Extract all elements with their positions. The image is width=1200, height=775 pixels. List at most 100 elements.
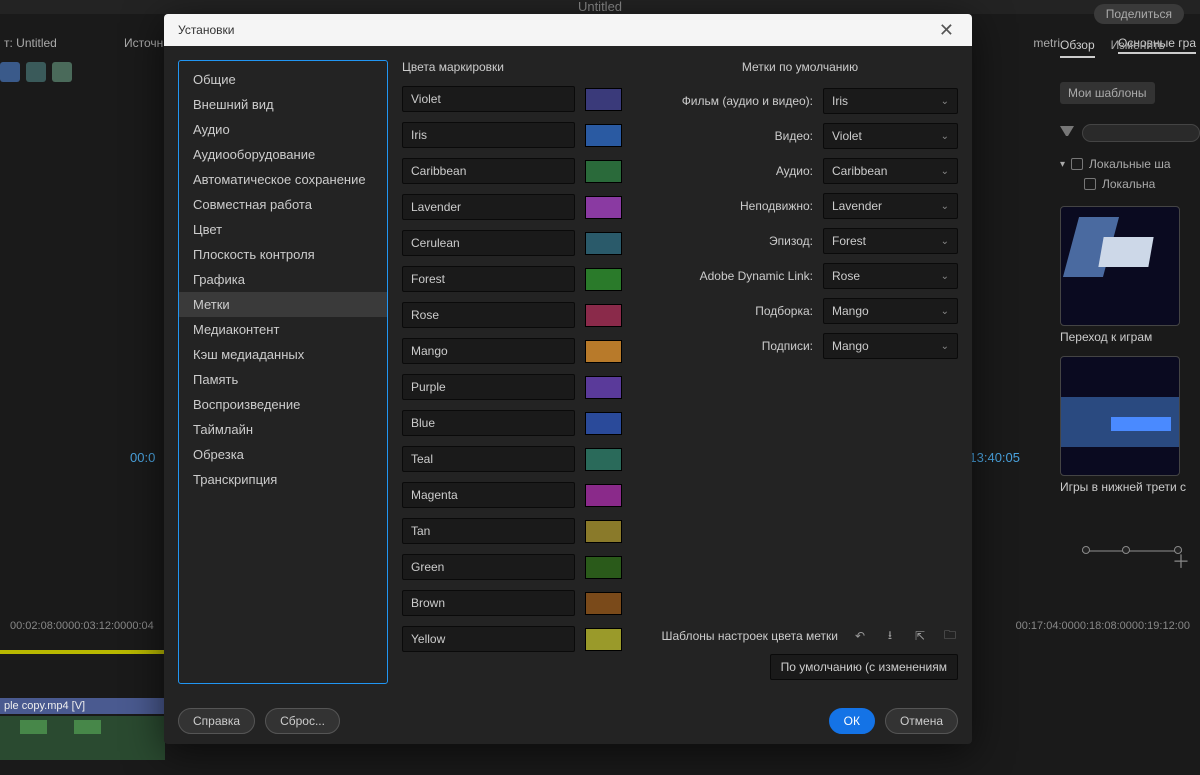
color-swatch[interactable] <box>585 160 622 183</box>
color-swatch[interactable] <box>585 268 622 291</box>
default-select[interactable]: Forest⌄ <box>823 228 958 254</box>
color-row <box>402 446 622 472</box>
category-item[interactable]: Аудио <box>179 117 387 142</box>
category-item[interactable]: Аудиооборудование <box>179 142 387 167</box>
category-item[interactable]: Память <box>179 367 387 392</box>
color-name-input[interactable] <box>402 626 575 652</box>
template-thumbnail[interactable] <box>1060 206 1180 326</box>
search-input[interactable] <box>1082 124 1200 142</box>
reset-button[interactable]: Сброс... <box>265 708 340 734</box>
category-item[interactable]: Общие <box>179 67 387 92</box>
project-tab[interactable]: т: Untitled <box>4 36 57 50</box>
category-item[interactable]: Метки <box>179 292 387 317</box>
color-swatch[interactable] <box>585 628 622 651</box>
color-swatch[interactable] <box>585 592 622 615</box>
color-name-input[interactable] <box>402 554 575 580</box>
select-value: Caribbean <box>832 164 887 178</box>
ruler-tick: 00:03:12:00 <box>68 620 126 640</box>
timeline-track-marker <box>0 650 165 654</box>
add-button[interactable]: ＋ <box>1172 548 1190 574</box>
checkbox[interactable] <box>1084 178 1096 190</box>
category-item[interactable]: Кэш медиаданных <box>179 342 387 367</box>
tab-overview[interactable]: Обзор <box>1060 38 1095 58</box>
source-tab[interactable]: Источн <box>124 36 163 50</box>
color-swatch[interactable] <box>585 232 622 255</box>
default-select[interactable]: Violet⌄ <box>823 123 958 149</box>
audio-clip[interactable] <box>0 716 165 760</box>
template-thumbnail[interactable] <box>1060 356 1180 476</box>
download-icon[interactable]: ⭳ <box>882 628 898 644</box>
default-select[interactable]: Rose⌄ <box>823 263 958 289</box>
video-clip[interactable]: ple copy.mp4 [V] <box>0 698 165 714</box>
color-name-input[interactable] <box>402 230 575 256</box>
doc-title: Untitled <box>0 0 1200 14</box>
color-row <box>402 482 622 508</box>
color-name-input[interactable] <box>402 446 575 472</box>
color-name-input[interactable] <box>402 158 575 184</box>
color-row <box>402 266 622 292</box>
category-item[interactable]: Воспроизведение <box>179 392 387 417</box>
category-item[interactable]: Медиаконтент <box>179 317 387 342</box>
color-swatch[interactable] <box>585 412 622 435</box>
category-item[interactable]: Транскрипция <box>179 467 387 492</box>
color-name-input[interactable] <box>402 590 575 616</box>
color-name-input[interactable] <box>402 338 575 364</box>
checkbox[interactable] <box>1071 158 1083 170</box>
undo-icon[interactable]: ↶ <box>852 628 868 644</box>
default-label: Видео: <box>642 129 813 143</box>
color-swatch[interactable] <box>585 520 622 543</box>
filter-icon[interactable] <box>1060 126 1074 140</box>
color-swatch[interactable] <box>585 448 622 471</box>
tab-edit[interactable]: Изменить <box>1111 38 1165 58</box>
tree-label: Локальные ша <box>1089 157 1171 171</box>
default-select[interactable]: Mango⌄ <box>823 333 958 359</box>
color-name-input[interactable] <box>402 410 575 436</box>
category-item[interactable]: Совместная работа <box>179 192 387 217</box>
color-row <box>402 302 622 328</box>
color-name-input[interactable] <box>402 374 575 400</box>
default-preset-button[interactable]: По умолчанию (с изменениям <box>770 654 958 680</box>
default-select[interactable]: Caribbean ⌄ <box>823 158 958 184</box>
color-name-input[interactable] <box>402 194 575 220</box>
category-item[interactable]: Обрезка <box>179 442 387 467</box>
my-templates-button[interactable]: Мои шаблоны <box>1060 82 1155 104</box>
color-name-input[interactable] <box>402 86 575 112</box>
category-item[interactable]: Таймлайн <box>179 417 387 442</box>
category-item[interactable]: Графика <box>179 267 387 292</box>
folder-icon[interactable]: 🗀 <box>942 628 958 644</box>
category-item[interactable]: Автоматическое сохранение <box>179 167 387 192</box>
color-swatch[interactable] <box>585 88 622 111</box>
share-button[interactable]: Поделиться <box>1094 4 1184 24</box>
ok-button[interactable]: ОК <box>829 708 875 734</box>
tree-row-child[interactable]: Локальна <box>1060 174 1200 194</box>
zoom-slider[interactable] <box>1082 546 1182 556</box>
category-item[interactable]: Плоскость контроля <box>179 242 387 267</box>
color-name-input[interactable] <box>402 482 575 508</box>
color-name-input[interactable] <box>402 302 575 328</box>
color-name-input[interactable] <box>402 122 575 148</box>
color-name-input[interactable] <box>402 266 575 292</box>
color-swatch[interactable] <box>585 484 622 507</box>
export-icon[interactable]: ⇱ <box>912 628 928 644</box>
help-button[interactable]: Справка <box>178 708 255 734</box>
color-row <box>402 590 622 616</box>
preset-label: Шаблоны настроек цвета метки <box>661 629 838 643</box>
close-icon[interactable]: ✕ <box>935 20 958 41</box>
category-item[interactable]: Цвет <box>179 217 387 242</box>
default-select[interactable]: Mango⌄ <box>823 298 958 324</box>
color-swatch[interactable] <box>585 556 622 579</box>
default-select[interactable]: Iris⌄ <box>823 88 958 114</box>
color-swatch[interactable] <box>585 196 622 219</box>
color-swatch[interactable] <box>585 376 622 399</box>
color-swatch[interactable] <box>585 124 622 147</box>
category-item[interactable]: Внешний вид <box>179 92 387 117</box>
default-select[interactable]: Lavender⌄ <box>823 193 958 219</box>
tree-row-root[interactable]: ▾ Локальные ша <box>1060 154 1200 174</box>
color-name-input[interactable] <box>402 518 575 544</box>
default-label: Подборка: <box>642 304 813 318</box>
color-swatch[interactable] <box>585 340 622 363</box>
chevron-down-icon: ⌄ <box>941 166 949 177</box>
color-swatch[interactable] <box>585 304 622 327</box>
cancel-button[interactable]: Отмена <box>885 708 958 734</box>
default-row: Фильм (аудио и видео):Iris⌄ <box>642 88 958 114</box>
